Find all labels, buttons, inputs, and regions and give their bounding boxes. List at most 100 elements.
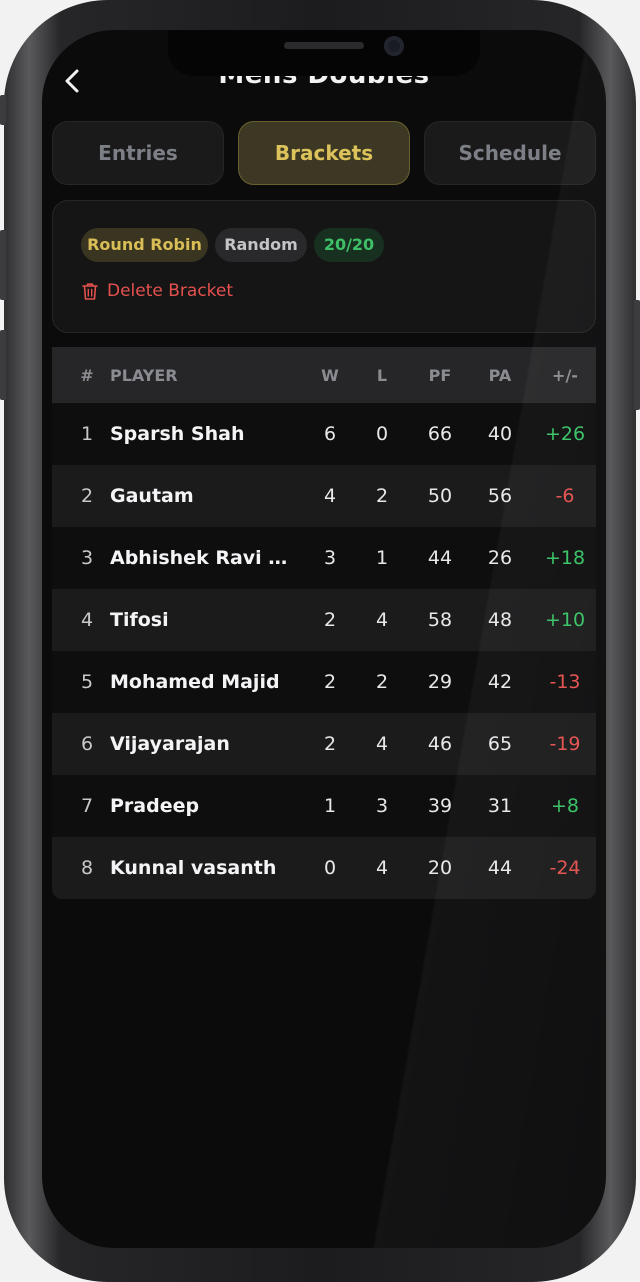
front-camera xyxy=(384,36,404,56)
wins-cell: 4 xyxy=(323,485,337,507)
wins-cell: 3 xyxy=(323,547,337,569)
wins-cell: 2 xyxy=(323,733,337,755)
table-row[interactable]: 4 Tifosi 2 4 58 48 +10 xyxy=(52,589,596,651)
player-name: Sparsh Shah xyxy=(110,423,245,445)
phone-frame: Mens Doubles Entries Brackets Schedule R… xyxy=(0,0,640,1282)
player-name: Pradeep xyxy=(110,795,200,817)
tab-entries[interactable]: Entries xyxy=(52,121,224,185)
rank-cell: 4 xyxy=(80,609,94,631)
volume-up-button xyxy=(0,230,6,300)
app-screen: Mens Doubles Entries Brackets Schedule R… xyxy=(42,30,606,1248)
col-rank-header: # xyxy=(80,365,94,385)
rank-cell: 5 xyxy=(80,671,94,693)
points-for-cell: 46 xyxy=(427,733,453,755)
chevron-left-icon xyxy=(65,69,79,93)
col-player-header-text: PLAYER xyxy=(110,365,178,385)
diff-cell: -6 xyxy=(555,485,575,507)
points-for-cell: 29 xyxy=(427,671,453,693)
rank-cell: 7 xyxy=(80,795,94,817)
diff-cell: +8 xyxy=(550,795,579,817)
points-against-cell: 40 xyxy=(487,423,513,445)
player-name: Mohamed Majid xyxy=(110,671,280,693)
speaker-grille xyxy=(284,42,364,49)
col-points-for-header: PF xyxy=(428,365,452,385)
table-row[interactable]: 5 Mohamed Majid 2 2 29 42 -13 xyxy=(52,651,596,713)
notch xyxy=(168,30,480,76)
points-against-cell: 65 xyxy=(487,733,513,755)
wins-cell: 1 xyxy=(323,795,337,817)
table-row[interactable]: 2 Gautam 4 2 50 56 -6 xyxy=(52,465,596,527)
entry-count-badge: 20/20 xyxy=(314,228,384,262)
volume-down-button xyxy=(0,330,6,400)
player-name: Abhishek Ravi S... xyxy=(110,547,300,569)
delete-bracket-label: Delete Bracket xyxy=(107,281,234,301)
points-for-cell: 20 xyxy=(427,857,453,879)
wins-cell: 2 xyxy=(323,609,337,631)
points-against-cell: 31 xyxy=(487,795,513,817)
col-points-against-header: PA xyxy=(488,365,512,385)
losses-cell: 4 xyxy=(375,857,389,879)
player-name: Kunnal vasanth xyxy=(110,857,277,879)
diff-cell: +26 xyxy=(544,423,586,445)
wins-cell: 2 xyxy=(323,671,337,693)
table-header: # PLAYER W L PF PA +/- xyxy=(52,347,596,403)
losses-cell: 2 xyxy=(375,671,389,693)
player-cell: Abhishek Ravi S... xyxy=(110,527,300,589)
diff-cell: +18 xyxy=(544,547,586,569)
seeding-badge: Random xyxy=(215,228,307,262)
points-for-cell: 58 xyxy=(427,609,453,631)
table-row[interactable]: 1 Sparsh Shah 6 0 66 40 +26 xyxy=(52,403,596,465)
tab-brackets[interactable]: Brackets xyxy=(238,121,410,185)
player-name: Tifosi xyxy=(110,609,169,631)
player-cell: Vijayarajan xyxy=(110,713,300,775)
player-name: Vijayarajan xyxy=(110,733,230,755)
diff-cell: -19 xyxy=(549,733,581,755)
points-against-cell: 42 xyxy=(487,671,513,693)
player-cell: Pradeep xyxy=(110,775,300,837)
rank-cell: 3 xyxy=(80,547,94,569)
tab-bar: Entries Brackets Schedule xyxy=(52,121,596,185)
rank-cell: 6 xyxy=(80,733,94,755)
diff-cell: +10 xyxy=(544,609,586,631)
side-button-left xyxy=(0,95,6,125)
points-against-cell: 26 xyxy=(487,547,513,569)
power-button xyxy=(634,300,640,410)
rank-cell: 8 xyxy=(80,857,94,879)
format-badge: Round Robin xyxy=(81,228,208,262)
tab-schedule[interactable]: Schedule xyxy=(424,121,596,185)
player-cell: Gautam xyxy=(110,465,300,527)
rank-cell: 1 xyxy=(80,423,94,445)
table-row[interactable]: 8 Kunnal vasanth 0 4 20 44 -24 xyxy=(52,837,596,899)
losses-cell: 3 xyxy=(375,795,389,817)
points-against-cell: 48 xyxy=(487,609,513,631)
points-for-cell: 50 xyxy=(427,485,453,507)
col-wins-header: W xyxy=(321,365,339,385)
rank-cell: 2 xyxy=(80,485,94,507)
losses-cell: 4 xyxy=(375,733,389,755)
trash-icon xyxy=(82,283,98,300)
player-name: Gautam xyxy=(110,485,194,507)
player-cell: Kunnal vasanth xyxy=(110,837,300,899)
col-losses-header: L xyxy=(376,365,388,385)
table-row[interactable]: 7 Pradeep 1 3 39 31 +8 xyxy=(52,775,596,837)
wins-cell: 6 xyxy=(323,423,337,445)
table-row[interactable]: 3 Abhishek Ravi S... 3 1 44 26 +18 xyxy=(52,527,596,589)
points-for-cell: 44 xyxy=(427,547,453,569)
back-button[interactable] xyxy=(58,66,88,96)
col-diff-header: +/- xyxy=(552,365,578,385)
losses-cell: 1 xyxy=(375,547,389,569)
points-against-cell: 44 xyxy=(487,857,513,879)
diff-cell: -13 xyxy=(549,671,581,693)
points-for-cell: 66 xyxy=(427,423,453,445)
points-for-cell: 39 xyxy=(427,795,453,817)
losses-cell: 0 xyxy=(375,423,389,445)
col-player-header: PLAYER xyxy=(110,347,300,403)
wins-cell: 0 xyxy=(323,857,337,879)
player-cell: Sparsh Shah xyxy=(110,403,300,465)
bracket-info-card: Round Robin Random 20/20 Delete Bracket xyxy=(52,200,596,333)
diff-cell: -24 xyxy=(549,857,581,879)
table-row[interactable]: 6 Vijayarajan 2 4 46 65 -19 xyxy=(52,713,596,775)
player-cell: Mohamed Majid xyxy=(110,651,300,713)
standings-table: # PLAYER W L PF PA +/- 1 Sparsh Shah 6 0… xyxy=(52,347,596,899)
player-cell: Tifosi xyxy=(110,589,300,651)
